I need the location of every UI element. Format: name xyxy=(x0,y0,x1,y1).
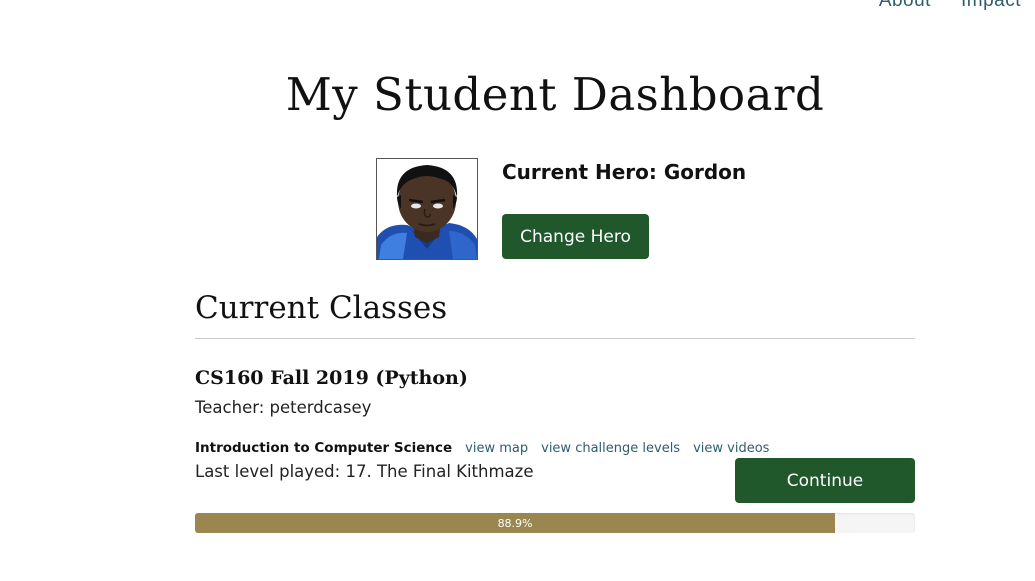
change-hero-button[interactable]: Change Hero xyxy=(502,214,649,259)
last-level-played: Last level played: 17. The Final Kithmaz… xyxy=(195,462,534,481)
section-divider xyxy=(195,338,915,339)
course-progress-fill: 88.9% xyxy=(195,513,836,533)
current-classes-heading: Current Classes xyxy=(195,290,448,326)
student-dashboard-page: About Impact My Student Dashboard Curren… xyxy=(0,0,1035,581)
course-name: Introduction to Computer Science xyxy=(195,440,453,456)
course-progress-label: 88.9% xyxy=(497,516,533,530)
view-challenge-levels-link[interactable]: view challenge levels xyxy=(541,441,680,456)
top-nav: About Impact xyxy=(879,0,1021,12)
current-hero-label: Current Hero: Gordon xyxy=(502,160,747,184)
hero-avatar-icon xyxy=(377,159,477,259)
course-row: Introduction to Computer Science view ma… xyxy=(195,440,769,456)
class-teacher: Teacher: peterdcasey xyxy=(195,398,372,417)
nav-impact-link[interactable]: Impact xyxy=(961,0,1021,12)
hero-portrait xyxy=(376,158,478,260)
page-title: My Student Dashboard xyxy=(285,68,825,121)
class-name: CS160 Fall 2019 (Python) xyxy=(195,367,468,389)
course-progress-bar: 88.9% xyxy=(195,513,915,533)
continue-button[interactable]: Continue xyxy=(735,458,915,503)
view-videos-link[interactable]: view videos xyxy=(693,441,769,456)
view-map-link[interactable]: view map xyxy=(465,441,528,456)
nav-about-link[interactable]: About xyxy=(879,0,931,12)
